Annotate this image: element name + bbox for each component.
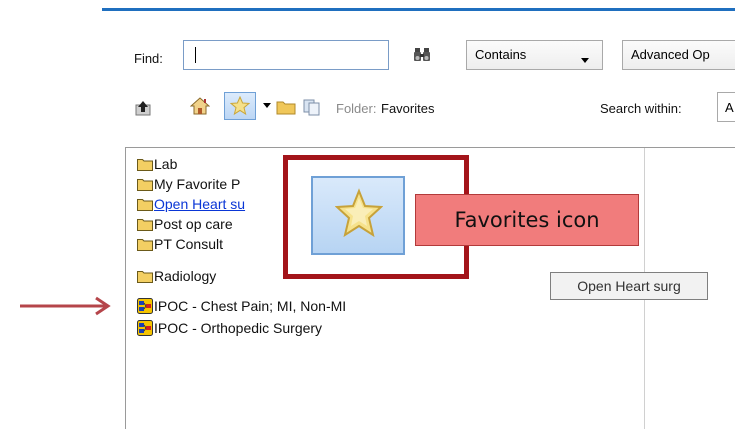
- tree-item-radiology[interactable]: Radiology: [137, 266, 216, 286]
- tree-item-lab[interactable]: Lab: [137, 154, 177, 174]
- star-icon: [230, 96, 250, 116]
- folder-name: Favorites: [381, 101, 435, 116]
- folder-icon: [137, 199, 153, 211]
- tree-item-label: IPOC - Orthopedic Surgery: [154, 320, 323, 336]
- favorites-dropdown-icon[interactable]: [263, 103, 271, 108]
- binoculars-icon[interactable]: [412, 45, 432, 68]
- tree-item-label: Open Heart su: [154, 196, 246, 212]
- folder-icon: [137, 219, 153, 231]
- match-mode-dropdown[interactable]: Contains: [466, 40, 603, 70]
- tree-item-label: IPOC - Chest Pain; MI, Non-MI: [154, 298, 347, 314]
- search-within-value: A: [725, 100, 734, 115]
- ipoc-icon: [137, 298, 153, 314]
- callout-label-text: Favorites icon: [454, 208, 600, 232]
- advanced-options-button[interactable]: Advanced Op: [622, 40, 735, 70]
- tooltip-text: Open Heart surg: [577, 278, 681, 294]
- tree-item-label: My Favorite P: [154, 176, 241, 192]
- tree-item-post-op-care[interactable]: Post op care: [137, 214, 233, 234]
- find-input[interactable]: [183, 40, 389, 70]
- favorites-star-zoom: [311, 176, 405, 255]
- folder-icon: [137, 179, 153, 191]
- hover-tooltip: Open Heart surg: [550, 272, 708, 300]
- tree-item-open-heart[interactable]: Open Heart su: [137, 194, 245, 214]
- folder-prefix-label: Folder:: [336, 101, 377, 116]
- folder-icon: [137, 271, 153, 283]
- star-icon: [335, 188, 383, 238]
- search-within-dropdown[interactable]: A: [717, 92, 735, 122]
- tree-item-label: Radiology: [154, 268, 217, 284]
- home-icon[interactable]: [190, 96, 210, 116]
- tree-item-pt-consult[interactable]: PT Consult: [137, 234, 223, 254]
- pointer-arrow-icon: [20, 296, 111, 316]
- tree-item-label: Post op care: [154, 216, 233, 232]
- top-accent-line: [102, 8, 735, 11]
- tree-item-label: Lab: [154, 156, 178, 172]
- callout-label: Favorites icon: [415, 194, 639, 246]
- tree-item-ipoc-chest-pain[interactable]: IPOC - Chest Pain; MI, Non-MI: [137, 296, 346, 316]
- favorites-toolbar-button[interactable]: [224, 92, 256, 120]
- ipoc-icon: [137, 320, 153, 336]
- find-label: Find:: [134, 51, 163, 66]
- copy-icon[interactable]: [302, 97, 322, 117]
- folder-icon: [137, 239, 153, 251]
- advanced-options-label: Advanced Op: [631, 47, 710, 62]
- folder-icon[interactable]: [276, 97, 296, 117]
- search-within-label: Search within:: [600, 101, 682, 116]
- folder-up-icon[interactable]: [133, 98, 153, 118]
- chevron-down-icon: [581, 58, 589, 63]
- folder-icon: [137, 159, 153, 171]
- text-cursor: [195, 47, 196, 63]
- tree-item-label: PT Consult: [154, 236, 223, 252]
- match-mode-value: Contains: [475, 47, 527, 62]
- tree-item-ipoc-orthopedic[interactable]: IPOC - Orthopedic Surgery: [137, 318, 322, 338]
- tree-item-my-favorite[interactable]: My Favorite P: [137, 174, 240, 194]
